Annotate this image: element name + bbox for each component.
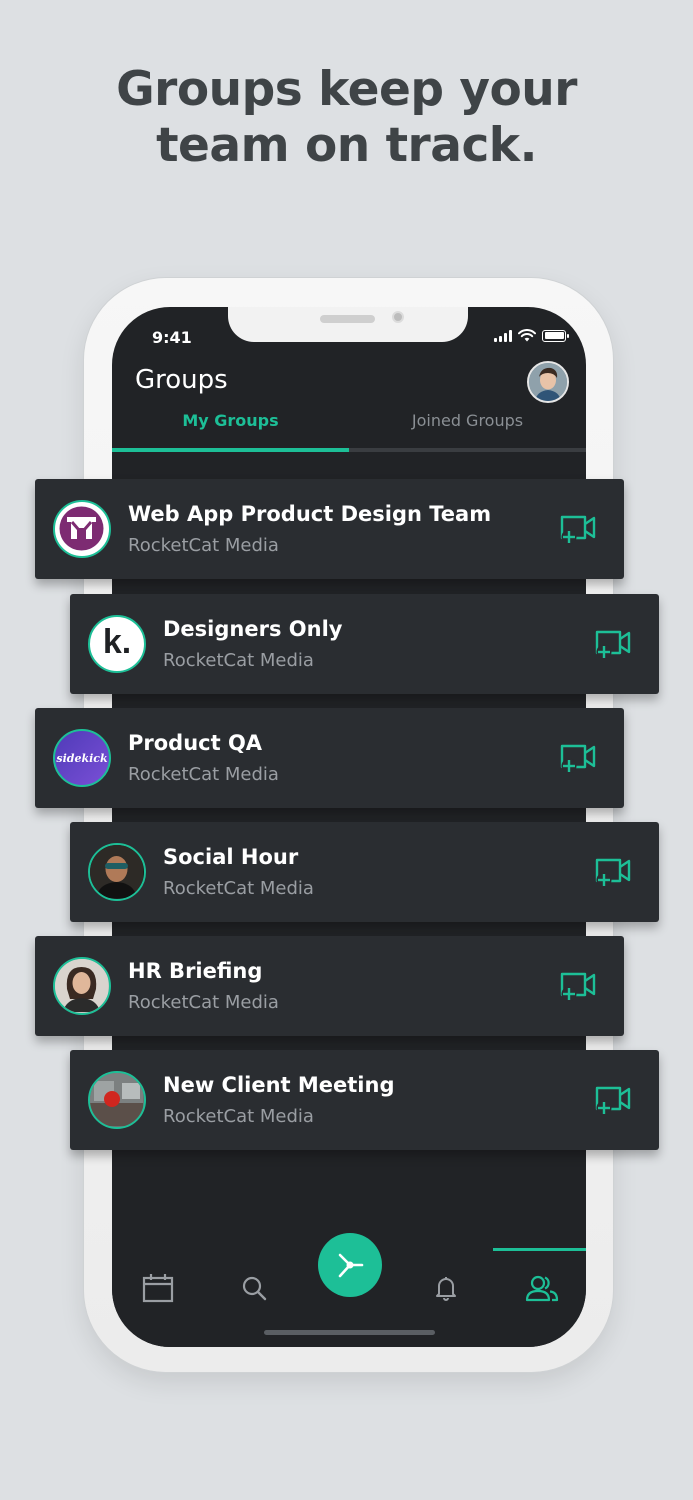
video-call-add-icon[interactable] [593,1082,633,1116]
group-avatar [88,843,146,901]
video-call-add-icon[interactable] [593,626,633,660]
share-hub-icon [338,1253,364,1278]
headline-line-1: Groups keep your [116,62,577,117]
nav-calendar[interactable] [133,1263,183,1313]
person-photo-icon [529,363,567,401]
calendar-icon [142,1274,174,1303]
nav-groups[interactable] [517,1263,567,1313]
group-name: HR Briefing [128,959,263,983]
group-card-social-hour[interactable]: Social Hour RocketCat Media [70,822,659,922]
group-avatar [53,957,111,1015]
storefront-photo-icon [90,1073,143,1126]
headline: Groups keep your team on track. [0,62,693,174]
group-name: Web App Product Design Team [128,502,492,526]
headline-line-2: team on track. [156,118,537,173]
video-call-add-icon[interactable] [558,740,598,774]
group-org: RocketCat Media [128,992,279,1013]
sidekick-logo-icon: sidekick [56,751,108,765]
groups-icon [525,1275,559,1302]
group-card-web-app-product-design-team[interactable]: Web App Product Design Team RocketCat Me… [35,479,624,579]
group-avatar [53,500,111,558]
notch [228,307,468,342]
status-icons [494,329,569,342]
group-name: Social Hour [163,845,299,869]
group-org: RocketCat Media [163,650,314,671]
profile-avatar[interactable] [527,361,569,403]
person-photo-icon [55,959,108,1012]
video-call-add-icon[interactable] [593,854,633,888]
group-card-designers-only[interactable]: k. Designers Only RocketCat Media [70,594,659,694]
group-card-new-client-meeting[interactable]: New Client Meeting RocketCat Media [70,1050,659,1150]
group-org: RocketCat Media [128,535,279,556]
tab-joined-groups[interactable]: Joined Groups [349,411,586,430]
nav-notifications[interactable] [421,1263,471,1313]
page-title: Groups [135,365,228,395]
group-org: RocketCat Media [163,1106,314,1127]
signal-icon [494,329,512,342]
home-indicator [264,1330,435,1335]
speaker-grille [320,315,375,323]
group-avatar: k. [88,615,146,673]
k-logo-icon: k. [102,622,132,661]
group-name: New Client Meeting [163,1073,395,1097]
group-org: RocketCat Media [163,878,314,899]
person-photo-icon [90,845,143,898]
wifi-icon [518,329,536,342]
group-avatar [88,1071,146,1129]
share-hub-button[interactable] [318,1233,382,1297]
group-name: Designers Only [163,617,343,641]
battery-icon [542,329,569,342]
group-card-hr-briefing[interactable]: HR Briefing RocketCat Media [35,936,624,1036]
group-name: Product QA [128,731,263,755]
group-org: RocketCat Media [128,764,279,785]
bell-icon [436,1277,456,1301]
video-call-add-icon[interactable] [558,511,598,545]
tab-active-indicator [112,448,349,452]
tab-my-groups[interactable]: My Groups [112,411,349,430]
nav-active-indicator [493,1248,586,1251]
group-card-product-qa[interactable]: sidekick Product QA RocketCat Media [35,708,624,808]
front-camera [392,311,404,323]
video-call-add-icon[interactable] [558,968,598,1002]
status-time: 9:41 [152,328,192,347]
search-icon [242,1276,267,1301]
w-logo-icon [59,506,104,551]
nav-search[interactable] [229,1263,279,1313]
group-avatar: sidekick [53,729,111,787]
tab-underline [112,448,586,452]
